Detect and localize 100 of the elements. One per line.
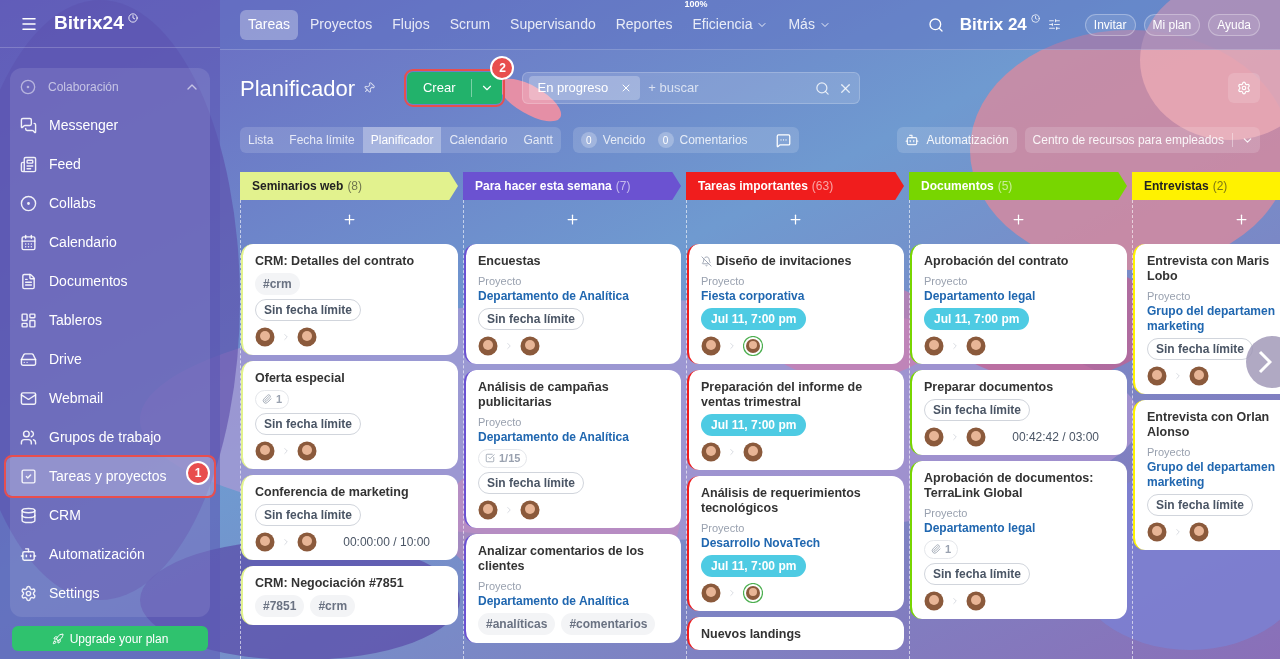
logo[interactable]: Bitrix 24 [959,11,1027,38]
project-link[interactable]: Desarrollo NovaTech [701,536,892,551]
task-title[interactable]: Nuevos landings [701,627,802,642]
sidebar-item[interactable]: Calendario [10,223,210,262]
sidebar-item[interactable]: Drive [10,340,210,379]
nav-tab[interactable]: Más [780,9,839,40]
avatar[interactable] [255,531,275,552]
avatar[interactable] [478,336,498,356]
task-title[interactable]: Preparar documentos [924,380,1054,395]
avatar[interactable] [701,336,721,356]
add-icon[interactable] [342,211,357,227]
avatar[interactable] [743,442,763,462]
task-card[interactable]: Diseño de invitaciones Proyecto Fiesta corporativa Jul 11, 7:00 pm [687,244,904,364]
avatar[interactable] [297,327,317,347]
avatar[interactable] [1189,522,1209,542]
nav-tab[interactable]: Eficiencia [684,9,777,40]
task-card[interactable]: Entrevista con Orlan Alonso Proyecto Grupo del departamen marketing Sin fecha límite [1133,400,1280,550]
project-link[interactable]: Departamento de Analítica [478,289,669,304]
search-icon[interactable] [927,16,944,33]
tag[interactable]: #crm [255,273,300,295]
project-link[interactable]: Grupo del departamen marketing [1147,304,1280,334]
task-card[interactable]: Analizar comentarios de los clientes Proyecto Departamento de Analítica #analíticas #comentarios [464,533,681,643]
avatar[interactable] [255,440,275,461]
avatar[interactable] [478,499,498,520]
task-card[interactable]: Oferta especial 1 Sin fecha límite [241,361,458,469]
task-card[interactable]: CRM: Detalles del contrato #crm Sin fecha límite [241,244,458,355]
task-card[interactable]: Conferencia de marketing Sin fecha límite 00:00:00 / 10:00 [241,474,458,560]
nav-tab[interactable]: Flujos [384,9,438,40]
project-link[interactable]: Departamento legal [924,521,1115,536]
task-title[interactable]: Diseño de invitaciones [716,254,852,269]
avatar[interactable] [743,583,763,603]
avatar[interactable] [1147,522,1167,542]
search-input[interactable]: + buscar [648,78,808,98]
avatar[interactable] [520,336,540,356]
task-title[interactable]: Preparación del informe de ventas trimestral [701,380,873,410]
avatar[interactable] [924,590,944,611]
tag[interactable]: #analíticas [478,612,556,635]
task-card[interactable]: Nuevos landings [687,617,904,650]
task-title[interactable]: Aprobación de documentos: TerraLink Global [924,471,1096,501]
sidebar-item[interactable]: Grupos de trabajo [10,418,210,457]
project-link[interactable]: Departamento de Analítica [478,593,669,609]
avatar[interactable] [924,427,944,447]
add-icon[interactable] [565,211,580,227]
avatar[interactable] [1189,366,1209,386]
task-card[interactable]: Aprobación de documentos: TerraLink Global Proyecto Departamento legal 1 Sin fecha límite [910,461,1127,619]
task-card[interactable]: Entrevista con Maris Lobo Proyecto Grupo del departamen marketing Sin fecha límite [1133,244,1280,394]
avatar[interactable] [1147,366,1167,386]
task-card[interactable]: Preparar documentos Sin fecha límite 00:42:42 / 03:00 [910,370,1127,455]
column-header[interactable]: Seminarios web (8) [240,172,458,200]
sidebar-item[interactable]: Documentos [10,262,210,301]
project-link[interactable]: Departamento legal [924,289,1115,304]
column-header[interactable]: Para hacer esta semana (7) [463,172,681,200]
sidebar-item[interactable]: Tableros [10,301,210,340]
add-icon[interactable] [1011,211,1026,227]
tag[interactable]: #crm [310,594,356,617]
project-link[interactable]: Fiesta corporativa [701,289,892,304]
sidebar-item[interactable]: Collabs [10,184,210,223]
sidebar-item[interactable]: CRM [10,496,210,535]
task-card[interactable]: Encuestas Proyecto Departamento de Analítica Sin fecha límite [464,244,681,364]
avatar[interactable] [966,427,986,447]
column-header[interactable]: Tareas importantes (63) [686,172,904,200]
tag[interactable]: #7851 [255,594,305,617]
avatar[interactable] [966,590,986,611]
avatar[interactable] [701,583,721,603]
avatar[interactable] [924,336,944,356]
task-title[interactable]: CRM: Detalles del contrato [255,254,415,269]
sidebar-item[interactable]: Messenger [10,106,210,145]
nav-tab[interactable]: Proyectos [302,9,381,40]
task-title[interactable]: Analizar comentarios de los clientes [478,543,650,574]
task-title[interactable]: Entrevista con Maris Lobo [1147,254,1277,284]
header-button[interactable]: Invitar [1084,13,1136,36]
task-title[interactable]: Conferencia de marketing [255,484,409,500]
task-card[interactable]: CRM: Negociación #7851 #7851 #crm [241,565,458,625]
avatar[interactable] [701,442,721,462]
nav-tab[interactable]: Reportes [607,9,681,40]
task-card[interactable]: Análisis de campañas publicitarias Proyecto Departamento de Analítica 1/15 Sin fecha límite [464,370,681,528]
task-card[interactable]: Aprobación del contrato Proyecto Departamento legal Jul 11, 7:00 pm [910,244,1127,364]
task-title[interactable]: Análisis de campañas publicitarias [478,380,650,410]
avatar[interactable] [297,440,317,461]
sliders-icon[interactable] [1047,18,1061,31]
project-link[interactable]: Grupo del departamen marketing [1147,460,1280,490]
task-title[interactable]: Entrevista con Orlan Alonso [1147,410,1277,440]
task-card[interactable]: Análisis de requerimientos tecnológicos Proyecto Desarrollo NovaTech Jul 11, 7:00 pm [687,476,904,611]
sidebar-item[interactable]: Automatización [10,535,210,574]
avatar[interactable] [297,531,317,552]
task-title[interactable]: Aprobación del contrato [924,254,1069,269]
task-card[interactable]: Preparación del informe de ventas trimestral Jul 11, 7:00 pm [687,370,904,470]
avatar[interactable] [520,499,540,520]
sidebar-item[interactable]: Webmail [10,379,210,418]
task-title[interactable]: CRM: Negociación #7851 [255,575,404,591]
logo[interactable]: Bitrix24 [54,9,124,38]
task-title[interactable]: Oferta especial [255,371,345,386]
task-title[interactable]: Análisis de requerimientos tecnológicos [701,486,873,516]
project-link[interactable]: Departamento de Analítica [478,430,669,445]
add-icon[interactable] [1234,211,1249,227]
add-icon[interactable] [788,211,803,227]
avatar[interactable] [743,336,763,356]
nav-tab[interactable]: Scrum [441,9,499,40]
task-title[interactable]: Encuestas [478,254,541,269]
avatar[interactable] [255,327,275,347]
